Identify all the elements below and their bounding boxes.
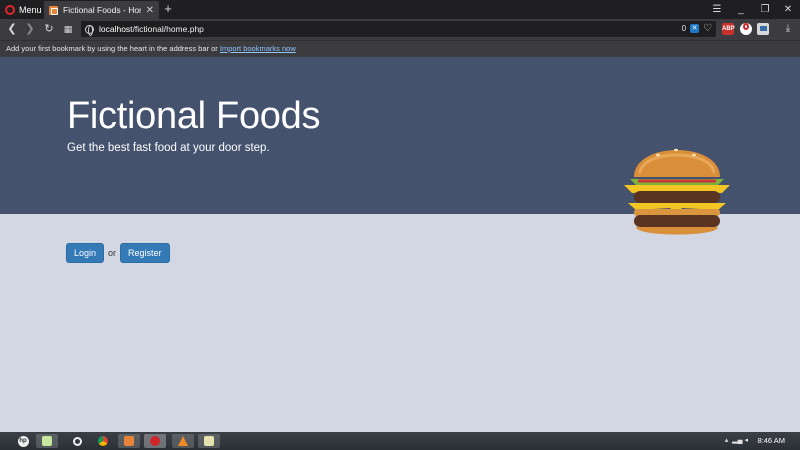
ad-blocker-shield-icon[interactable]: ✕ xyxy=(690,24,700,33)
opera-vpn-icon[interactable] xyxy=(740,23,752,35)
close-window-button[interactable]: ✕ xyxy=(777,0,799,19)
globe-icon xyxy=(85,24,94,36)
hero-banner: Fictional Foods Get the best fast food a… xyxy=(0,57,800,235)
maximize-button[interactable]: ❐ xyxy=(754,0,776,19)
opera-active-icon[interactable] xyxy=(144,434,166,448)
new-tab-button[interactable]: + xyxy=(161,1,175,17)
url-path: /fictional/home.php xyxy=(132,24,204,34)
bookmark-heart-icon[interactable]: ♡ xyxy=(703,23,712,34)
notes-icon[interactable] xyxy=(198,434,220,448)
minimize-button[interactable]: _ xyxy=(730,0,752,19)
menu-label: Menu xyxy=(19,4,42,15)
tab-title: Fictional Foods - Home xyxy=(63,5,141,15)
chrome-icon[interactable] xyxy=(92,434,114,448)
address-bar-row: ❮ ❯ ↻ ▦ localhost/fictional/home.php 0 ✕… xyxy=(0,19,800,40)
opera-menu-button[interactable]: Menu xyxy=(0,0,42,19)
forward-button[interactable]: ❯ xyxy=(22,21,38,37)
vlc-icon[interactable] xyxy=(172,434,194,448)
tab-bar: Menu Fictional Foods - Home ✕ + ☰ _ ❐ ✕ xyxy=(0,0,800,19)
close-tab-icon[interactable]: ✕ xyxy=(146,5,154,16)
back-button[interactable]: ❮ xyxy=(4,21,20,37)
file-explorer-icon[interactable] xyxy=(36,434,58,448)
taskbar-clock[interactable]: 8:46 AM xyxy=(757,432,785,450)
hp-icon[interactable]: hp xyxy=(12,434,34,448)
auth-actions: Login or Register xyxy=(66,243,170,263)
system-tray-icons[interactable]: ▴ ▂▄ ◂ xyxy=(725,432,748,450)
login-button[interactable]: Login xyxy=(66,243,105,263)
tab-fictional-foods[interactable]: Fictional Foods - Home ✕ xyxy=(44,1,159,19)
xampp-icon[interactable] xyxy=(118,434,140,448)
url-field[interactable]: localhost/fictional/home.php 0 ✕ ♡ xyxy=(81,21,716,37)
xampp-favicon-icon xyxy=(49,5,58,15)
opera-logo-icon xyxy=(5,4,15,15)
page-title: Fictional Foods xyxy=(67,95,321,137)
register-button[interactable]: Register xyxy=(120,243,170,263)
opera-icon[interactable] xyxy=(66,434,88,448)
burger-image xyxy=(624,148,730,235)
import-bookmarks-link[interactable]: Import bookmarks now xyxy=(220,44,296,53)
page-subtitle: Get the best fast food at your door step… xyxy=(67,142,270,154)
speed-dial-grid-icon[interactable]: ▦ xyxy=(60,21,76,37)
flow-icon[interactable] xyxy=(757,23,769,35)
tab-menu-icon[interactable]: ☰ xyxy=(706,0,728,19)
windows-taskbar: hp ▴ ▂▄ ◂ 8:46 AM xyxy=(0,432,800,450)
blocked-count: 0 xyxy=(681,24,687,33)
url-host: localhost xyxy=(99,24,133,34)
bookmark-message: Add your first bookmark by using the hea… xyxy=(6,44,218,53)
bookmark-bar: Add your first bookmark by using the hea… xyxy=(0,40,800,57)
reload-button[interactable]: ↻ xyxy=(41,21,57,37)
download-icon[interactable]: ⤓ xyxy=(780,21,796,37)
url-text[interactable]: localhost/fictional/home.php xyxy=(99,24,204,34)
url-actions: 0 ✕ ♡ xyxy=(682,23,712,34)
or-separator: or xyxy=(108,248,117,258)
abp-icon[interactable]: ABP xyxy=(722,23,735,35)
